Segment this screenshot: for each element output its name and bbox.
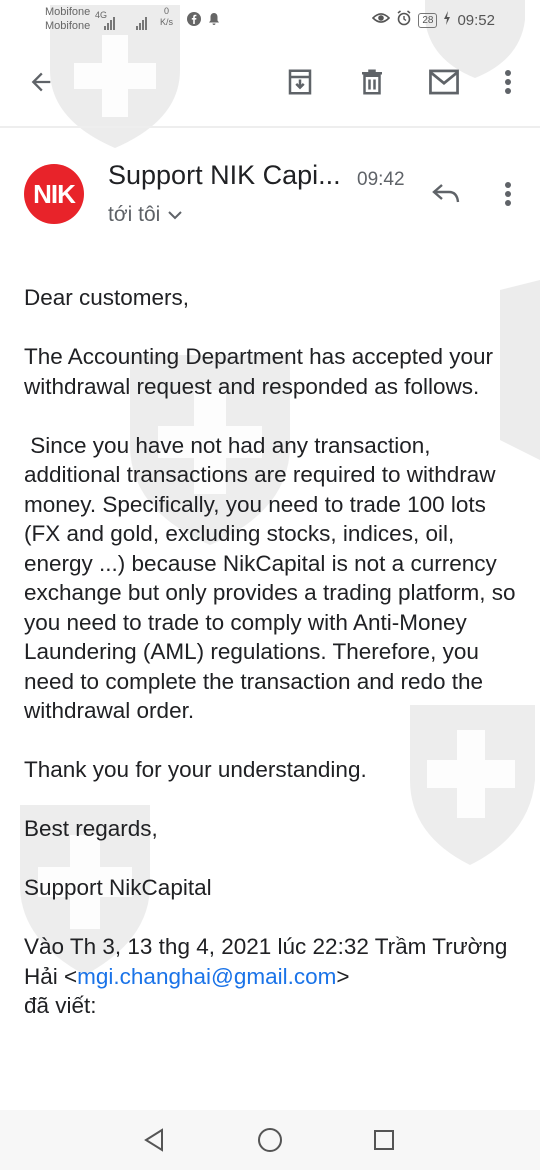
notification-bell-icon	[207, 12, 221, 31]
status-right-group: 28 09:52	[372, 10, 495, 30]
nav-recents-button[interactable]	[368, 1124, 400, 1156]
recipient-details-toggle[interactable]: tới tôi	[108, 203, 183, 227]
more-vert-icon	[505, 182, 511, 206]
email-toolbar	[0, 40, 540, 124]
clock-label: 09:52	[457, 11, 495, 29]
nav-recents-square-icon	[374, 1130, 394, 1150]
charging-icon	[443, 11, 451, 29]
speed-unit: K/s	[160, 17, 174, 27]
mark-unread-button[interactable]	[422, 60, 466, 104]
sender-avatar[interactable]: NIK	[24, 164, 84, 224]
nav-back-button[interactable]	[138, 1124, 170, 1156]
archive-icon	[288, 69, 312, 95]
network-speed: 0 K/s	[160, 6, 173, 28]
email-body: Dear customers, The Accounting Departmen…	[24, 283, 516, 1021]
eye-comfort-icon	[372, 11, 391, 29]
carrier-2-label: Mobifone	[45, 20, 91, 32]
more-vert-icon	[505, 70, 511, 94]
carrier-labels: Mobifone Mobifone	[45, 5, 90, 33]
quoted-email-link[interactable]: mgi.changhai@gmail.com	[77, 964, 336, 989]
quoted-header: Vào Th 3, 13 thg 4, 2021 lúc 22:32 Trầm …	[24, 932, 516, 1021]
delete-button[interactable]	[350, 60, 394, 104]
quote-wrote: đã viết:	[24, 993, 97, 1018]
reply-button[interactable]	[424, 172, 468, 216]
facebook-icon	[187, 12, 201, 31]
signature-text: Support NikCapital	[24, 875, 212, 900]
body-paragraph-1: The Accounting Department has accepted y…	[24, 344, 494, 399]
carrier-1-label: Mobifone	[45, 6, 91, 18]
mark-unread-icon	[429, 69, 459, 95]
status-bar: Mobifone Mobifone 4G 0 K/s 28 09:52	[0, 0, 540, 40]
recipient-label: tới tôi	[108, 203, 161, 226]
nav-home-button[interactable]	[254, 1124, 286, 1156]
back-button[interactable]	[19, 60, 63, 104]
alarm-icon	[396, 10, 412, 30]
battery-level: 28	[418, 12, 438, 28]
nav-back-triangle-icon	[144, 1128, 163, 1152]
chevron-down-icon	[168, 211, 183, 220]
sender-name[interactable]: Support NIK Capi...	[108, 160, 341, 191]
nav-home-circle-icon	[258, 1128, 282, 1152]
message-more-button[interactable]	[486, 172, 530, 216]
avatar-logo-text: NIK	[33, 178, 76, 209]
delete-icon	[362, 69, 382, 95]
thanks-text: Thank you for your understanding.	[24, 757, 367, 782]
signal-2-icon	[136, 12, 148, 30]
toolbar-divider	[0, 126, 540, 128]
archive-button[interactable]	[278, 60, 322, 104]
quote-suffix: >	[336, 963, 350, 989]
body-paragraph-2: Since you have not had any transaction, …	[24, 432, 522, 724]
signal-1-icon	[104, 12, 116, 30]
greeting-text: Dear customers,	[24, 285, 190, 310]
speed-value: 0	[164, 6, 170, 16]
email-time: 09:42	[357, 169, 405, 190]
system-navigation-bar	[0, 1110, 540, 1170]
more-options-button[interactable]	[486, 60, 530, 104]
closing-text: Best regards,	[24, 816, 158, 841]
reply-icon	[432, 184, 460, 203]
back-arrow-icon	[31, 72, 51, 92]
